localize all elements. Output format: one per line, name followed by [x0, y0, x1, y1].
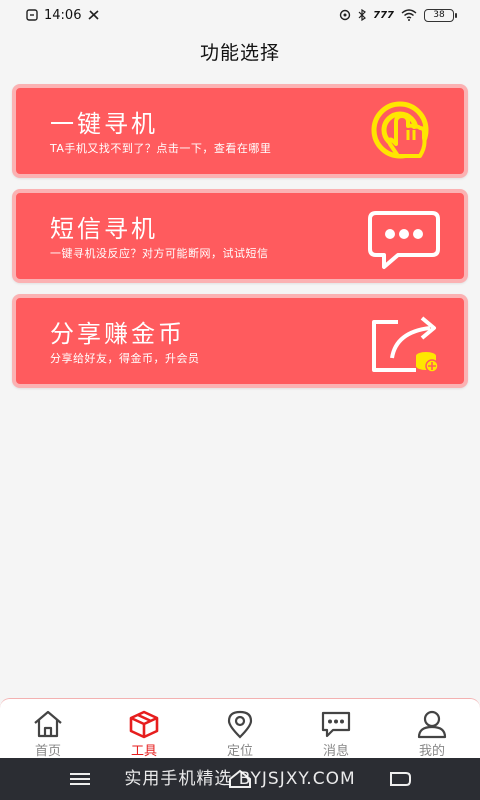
nav-messages[interactable]: 消息 [288, 709, 384, 759]
wifi-icon [401, 9, 417, 21]
card-subtitle: TA手机又找不到了？点击一下，查看在哪里 [50, 142, 272, 155]
home-button-icon[interactable] [227, 769, 253, 789]
home-icon [34, 710, 62, 738]
status-bar: 14:06 777 38 [0, 0, 480, 30]
user-icon [417, 710, 447, 739]
system-nav-bar [0, 758, 480, 800]
nav-label: 工具 [130, 744, 157, 759]
find-phone-card[interactable]: 一键寻机 TA手机又找不到了？点击一下，查看在哪里 [12, 84, 468, 178]
message-bubble-icon [368, 211, 440, 269]
status-left: 14:06 [26, 8, 101, 23]
nav-label: 首页 [34, 744, 61, 759]
back-icon[interactable] [388, 770, 412, 788]
bottom-nav: 首页 工具 定位 消息 我的 [0, 698, 480, 759]
tap-hand-icon [371, 101, 429, 159]
location-status-icon [339, 9, 351, 21]
card-subtitle: 分享给好友，得金币，升会员 [50, 352, 200, 365]
card-title: 短信寻机 [50, 215, 158, 243]
chat-icon [321, 711, 351, 738]
page-title: 功能选择 [199, 42, 280, 64]
nav-label: 定位 [226, 744, 253, 759]
toolbox-icon [129, 710, 159, 739]
share-coins-icon [372, 316, 439, 373]
nav-tools[interactable]: 工具 [96, 709, 192, 759]
notification-icon [26, 9, 38, 21]
card-title: 分享赚金币 [50, 320, 185, 348]
location-pin-icon [227, 710, 253, 739]
card-subtitle: 一键寻机没反应？对方可能断网，试试短信 [50, 247, 269, 260]
card-title: 一键寻机 [50, 110, 158, 138]
network-indicator: 777 [373, 9, 394, 21]
menu-icon[interactable] [68, 771, 92, 787]
share-coins-card[interactable]: 分享赚金币 分享给好友，得金币，升会员 [12, 294, 468, 388]
nav-label: 我的 [418, 744, 445, 759]
sms-find-card[interactable]: 短信寻机 一键寻机没反应？对方可能断网，试试短信 [12, 189, 468, 283]
nav-home[interactable]: 首页 [0, 709, 96, 759]
status-right: 777 38 [339, 8, 457, 22]
nav-location[interactable]: 定位 [192, 709, 288, 759]
battery-indicator: 38 [424, 8, 457, 22]
nav-label: 消息 [322, 744, 349, 759]
bluetooth-icon [358, 9, 367, 21]
battery-level: 38 [433, 9, 445, 20]
nav-profile[interactable]: 我的 [384, 709, 480, 759]
tools-icon [88, 10, 100, 20]
status-time: 14:06 [44, 7, 82, 23]
